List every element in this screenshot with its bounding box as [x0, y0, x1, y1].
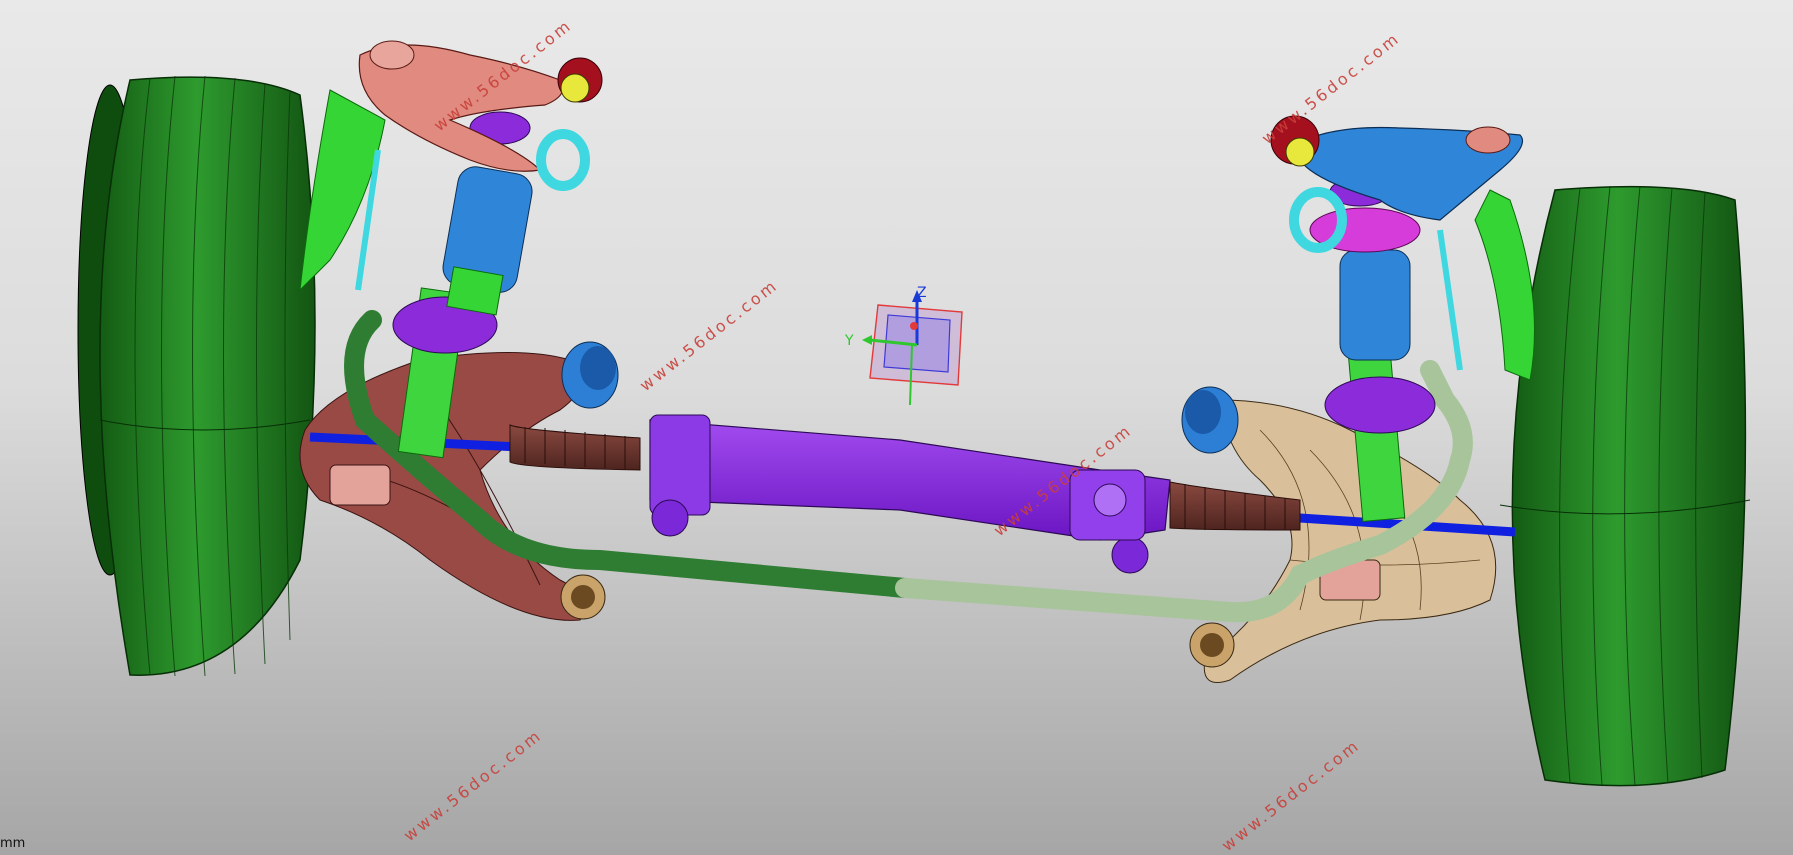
right-steering-knuckle[interactable] — [1474, 189, 1535, 381]
left-upper-control-arm[interactable] — [358, 40, 603, 191]
right-lower-control-arm[interactable] — [1203, 399, 1497, 683]
triad-z-label: Z — [917, 285, 927, 301]
suspension-assembly-model[interactable]: Z Y — [0, 0, 1793, 855]
triad-y-label: Y — [844, 333, 854, 349]
steering-rack[interactable] — [509, 414, 1301, 574]
units-label: mm — [0, 836, 26, 851]
cad-3d-viewport[interactable]: Z Y www.56doc.com www.56doc.com www.56do… — [0, 0, 1793, 855]
coordinate-triad[interactable]: Z Y — [844, 285, 963, 406]
right-wheel[interactable] — [1499, 185, 1751, 787]
left-wheel[interactable] — [77, 75, 316, 677]
